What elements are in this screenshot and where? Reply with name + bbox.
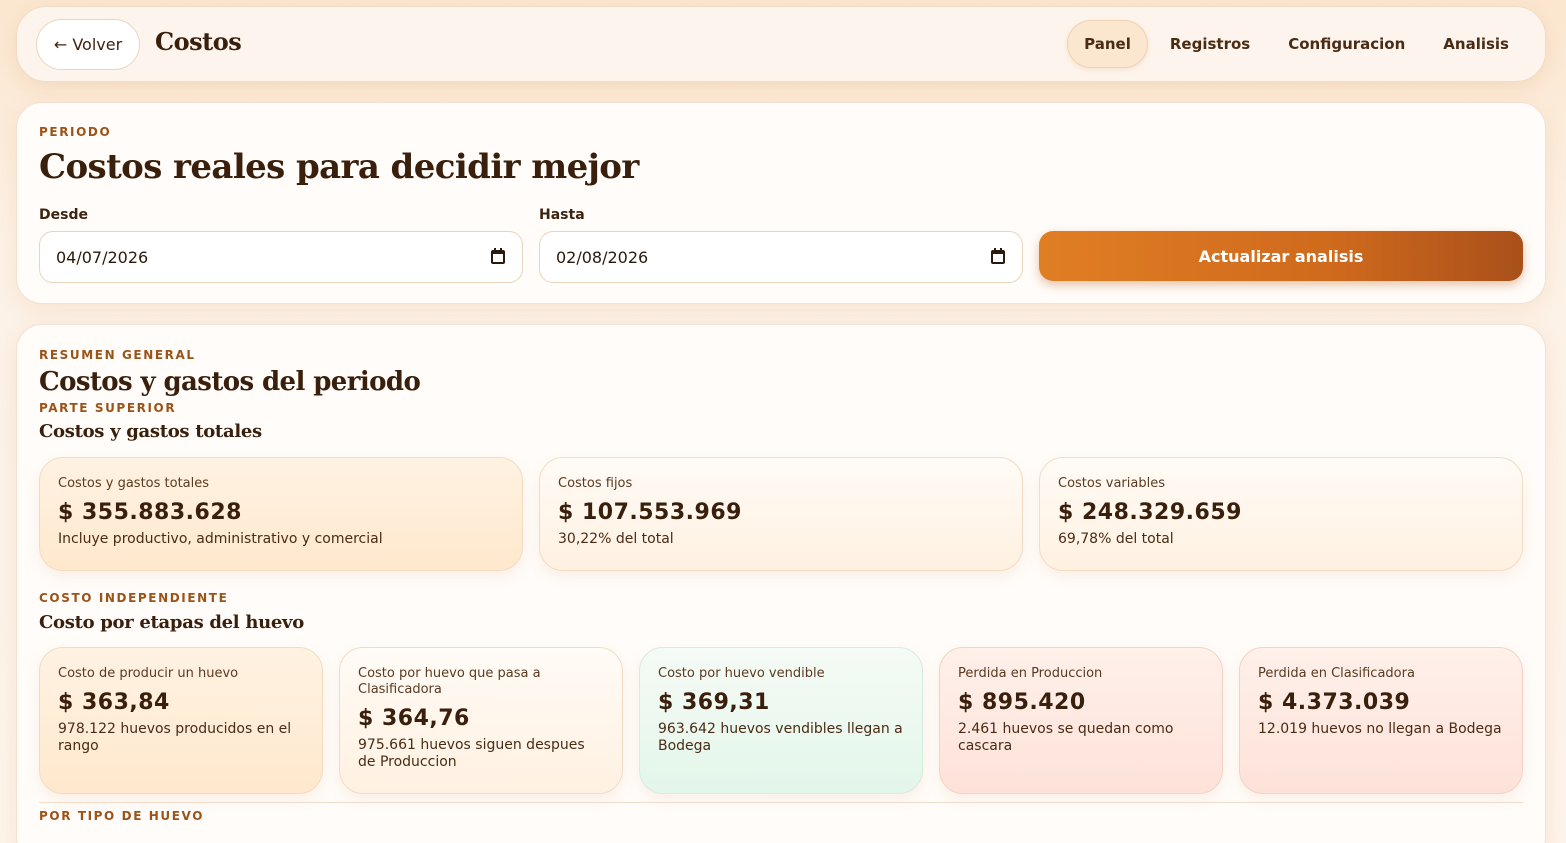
stat-value: $ 248.329.659: [1058, 500, 1242, 525]
back-label: ← Volver: [53, 35, 123, 54]
to-date-input[interactable]: 02/08/2026: [539, 231, 1023, 283]
stat-card-total: Costos y gastos totales $ 355.883.628 In…: [39, 457, 523, 571]
period-kicker: PERIODO: [39, 125, 112, 139]
stat-label: Costos fijos: [558, 476, 633, 491]
to-date-value: 02/08/2026: [556, 247, 649, 267]
section-divider: [39, 802, 1523, 803]
period-card: PERIODO Costos reales para decidir mejor…: [16, 102, 1546, 304]
back-button[interactable]: ← Volver: [36, 19, 140, 70]
stat-sub: 30,22% del total: [558, 531, 674, 547]
stage-label: Costo de producir un huevo: [58, 666, 239, 681]
stage-label: Perdida en Produccion: [958, 666, 1103, 681]
stage-label: Costo por huevo vendible: [658, 666, 825, 681]
period-title: Costos reales para decidir mejor: [39, 147, 639, 187]
to-label: Hasta: [539, 207, 585, 223]
stat-label: Costos y gastos totales: [58, 476, 210, 491]
main-nav: Panel Registros Configuracion Analisis: [1067, 20, 1525, 68]
summary-title: Costos y gastos del periodo: [39, 367, 421, 397]
stage-card-classifier-loss: Perdida en Clasificadora $ 4.373.039 12.…: [1239, 647, 1523, 794]
calendar-icon[interactable]: [990, 248, 1006, 265]
stage-value: $ 363,84: [58, 690, 170, 715]
from-date-value: 04/07/2026: [56, 247, 149, 267]
stage-sub: 978.122 huevos producidos en el rango: [58, 721, 292, 754]
summary-card: RESUMEN GENERAL Costos y gastos del peri…: [16, 324, 1546, 843]
stage-card-produce: Costo de producir un huevo $ 363,84 978.…: [39, 647, 323, 794]
stage-value: $ 369,31: [658, 690, 770, 715]
from-date-input[interactable]: 04/07/2026: [39, 231, 523, 283]
stage-sub: 975.661 huevos siguen despues de Producc…: [358, 737, 585, 770]
stage-card-production-loss: Perdida en Produccion $ 895.420 2.461 hu…: [939, 647, 1223, 794]
egg-title: Costo por etapas del huevo: [39, 612, 304, 633]
stat-card-variable: Costos variables $ 248.329.659 69,78% de…: [1039, 457, 1523, 571]
stat-value: $ 355.883.628: [58, 500, 242, 525]
type-kicker: POR TIPO DE HUEVO: [39, 809, 205, 823]
stage-value: $ 4.373.039: [1258, 690, 1411, 715]
egg-kicker: COSTO INDEPENDIENTE: [39, 591, 229, 605]
calendar-icon[interactable]: [490, 248, 506, 265]
stat-label: Costos variables: [1058, 476, 1165, 491]
stage-card-classifier: Costo por huevo que pasa a Clasificadora…: [339, 647, 623, 794]
nav-panel[interactable]: Panel: [1067, 20, 1148, 68]
stage-sub: 2.461 huevos se quedan como cascara: [958, 721, 1174, 754]
stage-card-sellable: Costo por huevo vendible $ 369,31 963.64…: [639, 647, 923, 794]
summary-kicker: RESUMEN GENERAL: [39, 348, 196, 362]
stage-sub: 963.642 huevos vendibles llegan a Bodega: [658, 721, 903, 754]
stat-sub: 69,78% del total: [1058, 531, 1174, 547]
stage-label: Perdida en Clasificadora: [1258, 666, 1415, 681]
stage-value: $ 364,76: [358, 706, 470, 731]
update-analysis-button[interactable]: Actualizar analisis: [1039, 231, 1523, 281]
nav-configuracion[interactable]: Configuracion: [1272, 20, 1421, 68]
nav-registros[interactable]: Registros: [1154, 20, 1266, 68]
stat-sub: Incluye productivo, administrativo y com…: [58, 531, 383, 547]
nav-analisis[interactable]: Analisis: [1427, 20, 1525, 68]
stage-sub: 12.019 huevos no llegan a Bodega: [1258, 721, 1502, 737]
top-kicker: PARTE SUPERIOR: [39, 401, 177, 415]
stat-card-fixed: Costos fijos $ 107.553.969 30,22% del to…: [539, 457, 1023, 571]
top-title: Costos y gastos totales: [39, 421, 262, 442]
stage-value: $ 895.420: [958, 690, 1086, 715]
stage-label: Costo por huevo que pasa a Clasificadora: [358, 666, 541, 697]
from-label: Desde: [39, 207, 88, 223]
top-bar: ← Volver Costos Panel Registros Configur…: [16, 6, 1546, 82]
page-title: Costos: [155, 27, 242, 56]
stat-value: $ 107.553.969: [558, 500, 742, 525]
